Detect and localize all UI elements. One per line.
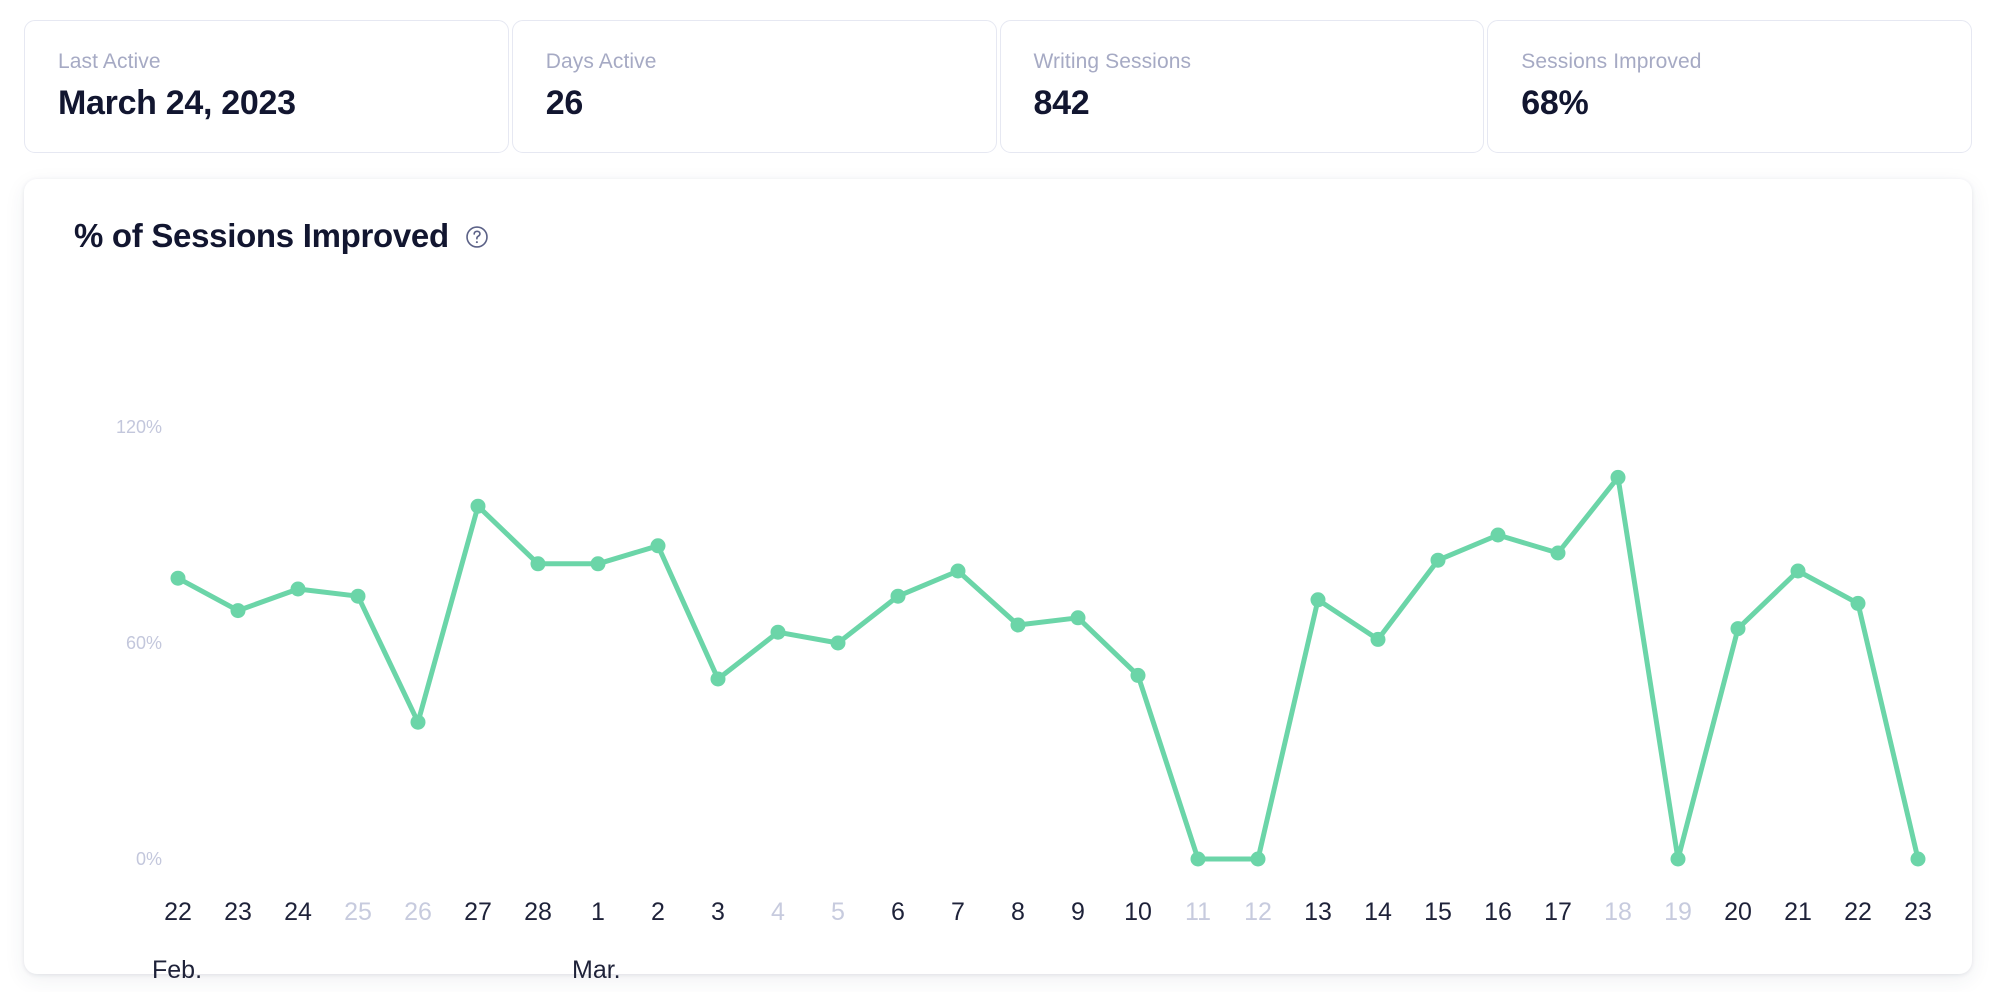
- x-axis-tick: 17: [1544, 900, 1572, 925]
- x-axis-tick: 23: [1904, 900, 1932, 925]
- x-axis-tick: 20: [1724, 900, 1752, 925]
- stat-value: 26: [546, 86, 996, 122]
- stat-value: 68%: [1521, 86, 1971, 122]
- data-point[interactable]: [171, 571, 186, 586]
- data-point[interactable]: [1431, 553, 1446, 568]
- data-point[interactable]: [1251, 852, 1266, 867]
- data-point[interactable]: [1671, 852, 1686, 867]
- stats-row: Last Active March 24, 2023 Days Active 2…: [24, 20, 1972, 153]
- chart-header: % of Sessions Improved: [24, 179, 1972, 252]
- x-axis-tick: 26: [404, 900, 432, 925]
- x-axis-tick: 4: [771, 900, 785, 925]
- data-point[interactable]: [591, 556, 606, 571]
- stat-label: Sessions Improved: [1521, 51, 1971, 72]
- data-point[interactable]: [771, 625, 786, 640]
- month-axis: Feb.Mar.: [24, 270, 1972, 310]
- data-point[interactable]: [1011, 618, 1026, 633]
- x-axis-tick: 27: [464, 900, 492, 925]
- stat-card-writing-sessions: Writing Sessions 842: [1000, 20, 1485, 153]
- stat-card-sessions-improved: Sessions Improved 68%: [1487, 20, 1972, 153]
- stat-card-last-active: Last Active March 24, 2023: [24, 20, 509, 153]
- stat-label: Writing Sessions: [1034, 51, 1484, 72]
- x-axis-tick: 19: [1664, 900, 1692, 925]
- data-point[interactable]: [1191, 852, 1206, 867]
- x-axis-tick: 25: [344, 900, 372, 925]
- x-axis-tick: 9: [1071, 900, 1085, 925]
- data-point[interactable]: [951, 564, 966, 579]
- x-axis-tick: 28: [524, 900, 552, 925]
- month-label: Feb.: [152, 958, 202, 983]
- page-title: % of Sessions Improved: [74, 219, 449, 252]
- x-axis-tick: 5: [831, 900, 845, 925]
- x-axis-tick: 10: [1124, 900, 1152, 925]
- x-axis-tick: 3: [711, 900, 725, 925]
- data-point[interactable]: [831, 636, 846, 651]
- chart-plot-area: 0%60%120% 222324252627281234567891011121…: [24, 270, 1972, 930]
- stat-label: Last Active: [58, 51, 508, 72]
- data-point[interactable]: [471, 499, 486, 514]
- x-axis-tick: 15: [1424, 900, 1452, 925]
- data-point[interactable]: [351, 589, 366, 604]
- x-axis-tick: 11: [1185, 900, 1211, 925]
- data-point[interactable]: [1911, 852, 1926, 867]
- x-axis-tick: 16: [1484, 900, 1512, 925]
- x-axis-tick: 22: [164, 900, 192, 925]
- x-axis-tick: 21: [1784, 900, 1812, 925]
- x-axis-tick: 7: [951, 900, 965, 925]
- x-axis-tick: 2: [651, 900, 665, 925]
- line-chart-svg: [24, 270, 1972, 930]
- data-point[interactable]: [1311, 592, 1326, 607]
- x-axis-tick: 23: [224, 900, 252, 925]
- data-point[interactable]: [231, 603, 246, 618]
- stat-label: Days Active: [546, 51, 996, 72]
- x-axis-tick: 22: [1844, 900, 1872, 925]
- data-point[interactable]: [651, 538, 666, 553]
- data-point[interactable]: [291, 582, 306, 597]
- x-axis-tick: 1: [591, 900, 605, 925]
- data-point[interactable]: [711, 672, 726, 687]
- stat-value: 842: [1034, 86, 1484, 122]
- data-point[interactable]: [1551, 546, 1566, 561]
- data-point[interactable]: [1851, 596, 1866, 611]
- x-axis-tick: 12: [1244, 900, 1272, 925]
- data-point[interactable]: [1071, 610, 1086, 625]
- x-axis-tick: 13: [1304, 900, 1332, 925]
- x-axis-tick: 8: [1011, 900, 1025, 925]
- stat-value: March 24, 2023: [58, 86, 508, 122]
- chart-card: % of Sessions Improved 0%60%120% 2223242…: [24, 179, 1972, 974]
- data-point[interactable]: [1371, 632, 1386, 647]
- month-label: Mar.: [572, 958, 621, 983]
- data-point[interactable]: [1131, 668, 1146, 683]
- series-line: [178, 477, 1918, 859]
- data-point[interactable]: [411, 715, 426, 730]
- x-axis-tick: 6: [891, 900, 905, 925]
- x-axis-tick: 14: [1364, 900, 1392, 925]
- stat-card-days-active: Days Active 26: [512, 20, 997, 153]
- data-point[interactable]: [1791, 564, 1806, 579]
- data-point[interactable]: [1611, 470, 1626, 485]
- x-axis-tick: 18: [1604, 900, 1632, 925]
- data-point[interactable]: [891, 589, 906, 604]
- help-circle-icon[interactable]: [464, 224, 490, 250]
- dashboard-page: Last Active March 24, 2023 Days Active 2…: [0, 0, 1996, 992]
- x-axis-tick: 24: [284, 900, 312, 925]
- data-point[interactable]: [1491, 528, 1506, 543]
- data-point[interactable]: [1731, 621, 1746, 636]
- data-point[interactable]: [531, 556, 546, 571]
